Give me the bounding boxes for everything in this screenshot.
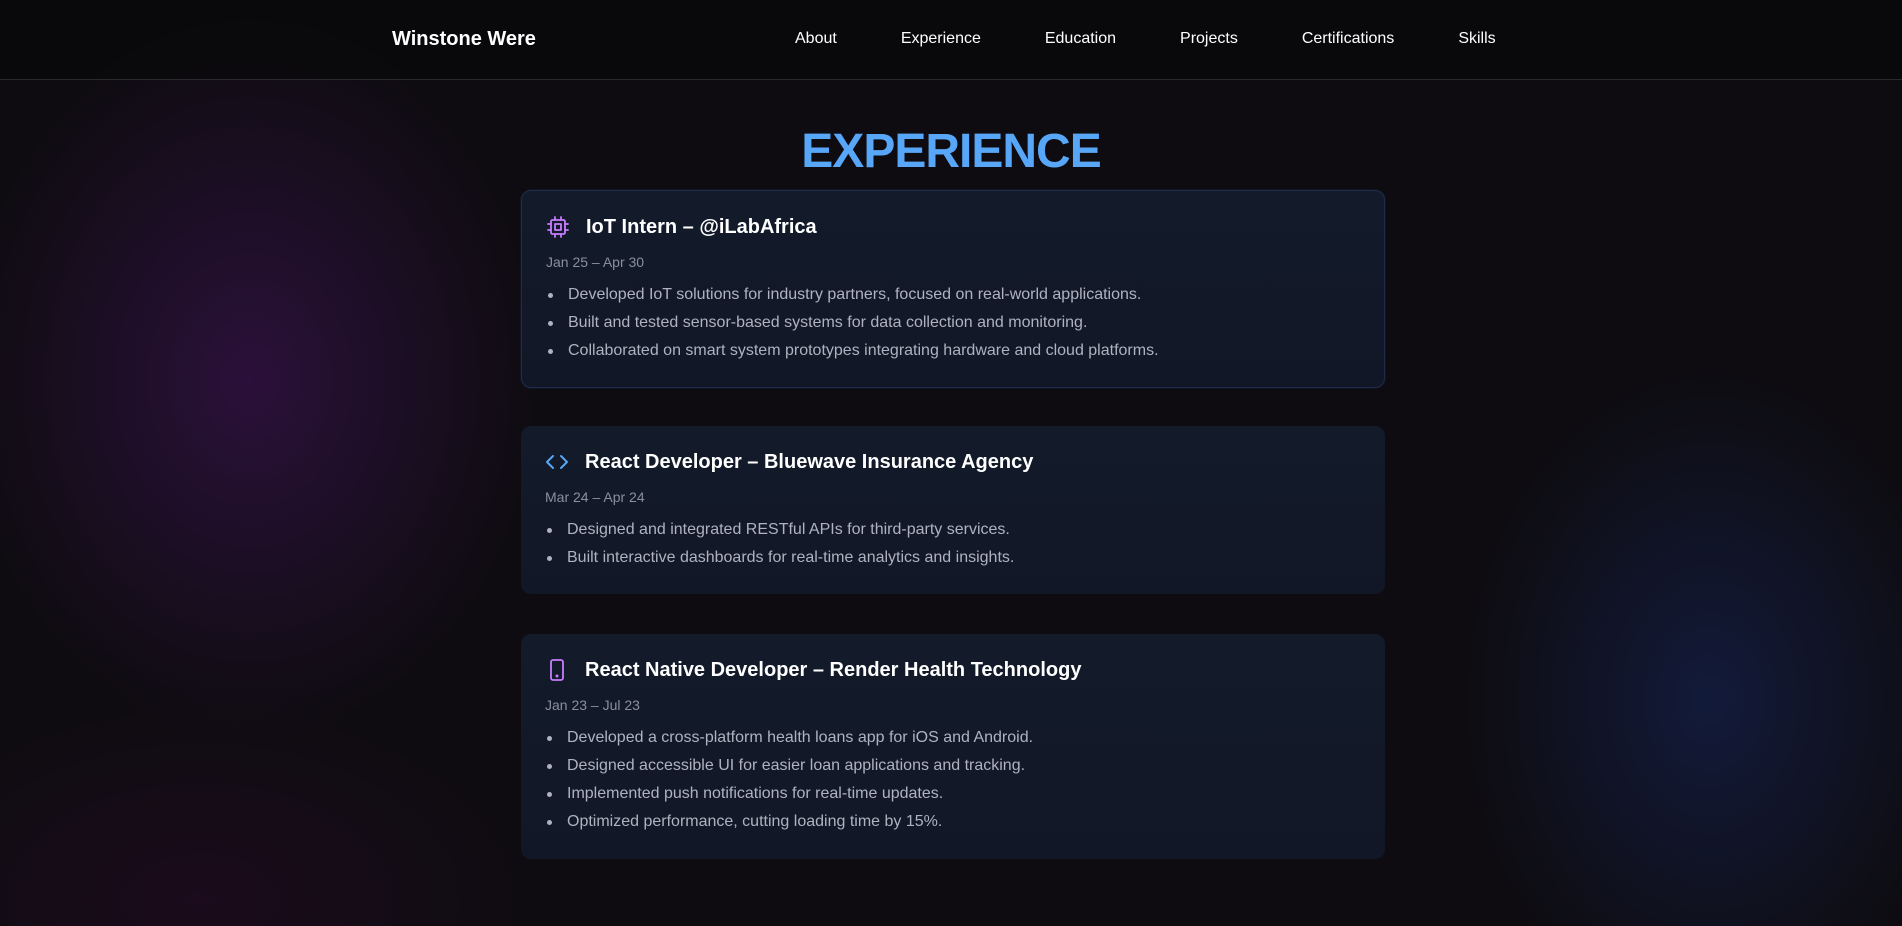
bullet-list: Designed and integrated RESTful APIs for… <box>545 516 1361 572</box>
card-title: IoT Intern – @iLabAfrica <box>586 216 817 238</box>
bullet-list: Developed IoT solutions for industry par… <box>546 281 1360 365</box>
nav-link-experience[interactable]: Experience <box>901 29 981 49</box>
nav-link-education[interactable]: Education <box>1045 29 1116 49</box>
card-header: React Native Developer – Render Health T… <box>545 656 1361 684</box>
list-item: Designed and integrated RESTful APIs for… <box>545 516 1361 544</box>
list-item: Developed a cross-platform health loans … <box>545 724 1361 752</box>
list-item: Developed IoT solutions for industry par… <box>546 281 1360 309</box>
card-title: React Native Developer – Render Health T… <box>585 659 1082 681</box>
nav-link-about[interactable]: About <box>795 29 837 49</box>
card-date: Jan 25 – Apr 30 <box>546 254 645 270</box>
list-item: Optimized performance, cutting loading t… <box>545 808 1361 836</box>
experience-card: React Developer – Bluewave Insurance Age… <box>521 426 1385 594</box>
main-nav: About Experience Education Projects Cert… <box>795 29 1496 49</box>
list-item: Built and tested sensor-based systems fo… <box>546 309 1360 337</box>
site-header: Winstone Were About Experience Education… <box>0 0 1902 80</box>
card-header: React Developer – Bluewave Insurance Age… <box>545 448 1361 476</box>
experience-card: React Native Developer – Render Health T… <box>521 634 1385 859</box>
nav-link-certifications[interactable]: Certifications <box>1302 29 1394 49</box>
card-header: IoT Intern – @iLabAfrica <box>546 213 1360 241</box>
section-title: EXPERIENCE <box>801 125 1101 179</box>
card-title: React Developer – Bluewave Insurance Age… <box>585 451 1034 473</box>
chip-icon <box>546 215 570 239</box>
list-item: Collaborated on smart system prototypes … <box>546 337 1360 365</box>
nav-link-skills[interactable]: Skills <box>1458 29 1495 49</box>
experience-card: IoT Intern – @iLabAfrica Jan 25 – Apr 30… <box>521 190 1385 388</box>
card-date: Mar 24 – Apr 24 <box>545 489 645 505</box>
code-icon <box>545 450 569 474</box>
bullet-list: Developed a cross-platform health loans … <box>545 724 1361 836</box>
list-item: Designed accessible UI for easier loan a… <box>545 752 1361 780</box>
nav-link-projects[interactable]: Projects <box>1180 29 1238 49</box>
card-date: Jan 23 – Jul 23 <box>545 697 640 713</box>
list-item: Implemented push notifications for real-… <box>545 780 1361 808</box>
brand-logo[interactable]: Winstone Were <box>392 27 536 51</box>
smartphone-icon <box>545 658 569 682</box>
list-item: Built interactive dashboards for real-ti… <box>545 544 1361 572</box>
